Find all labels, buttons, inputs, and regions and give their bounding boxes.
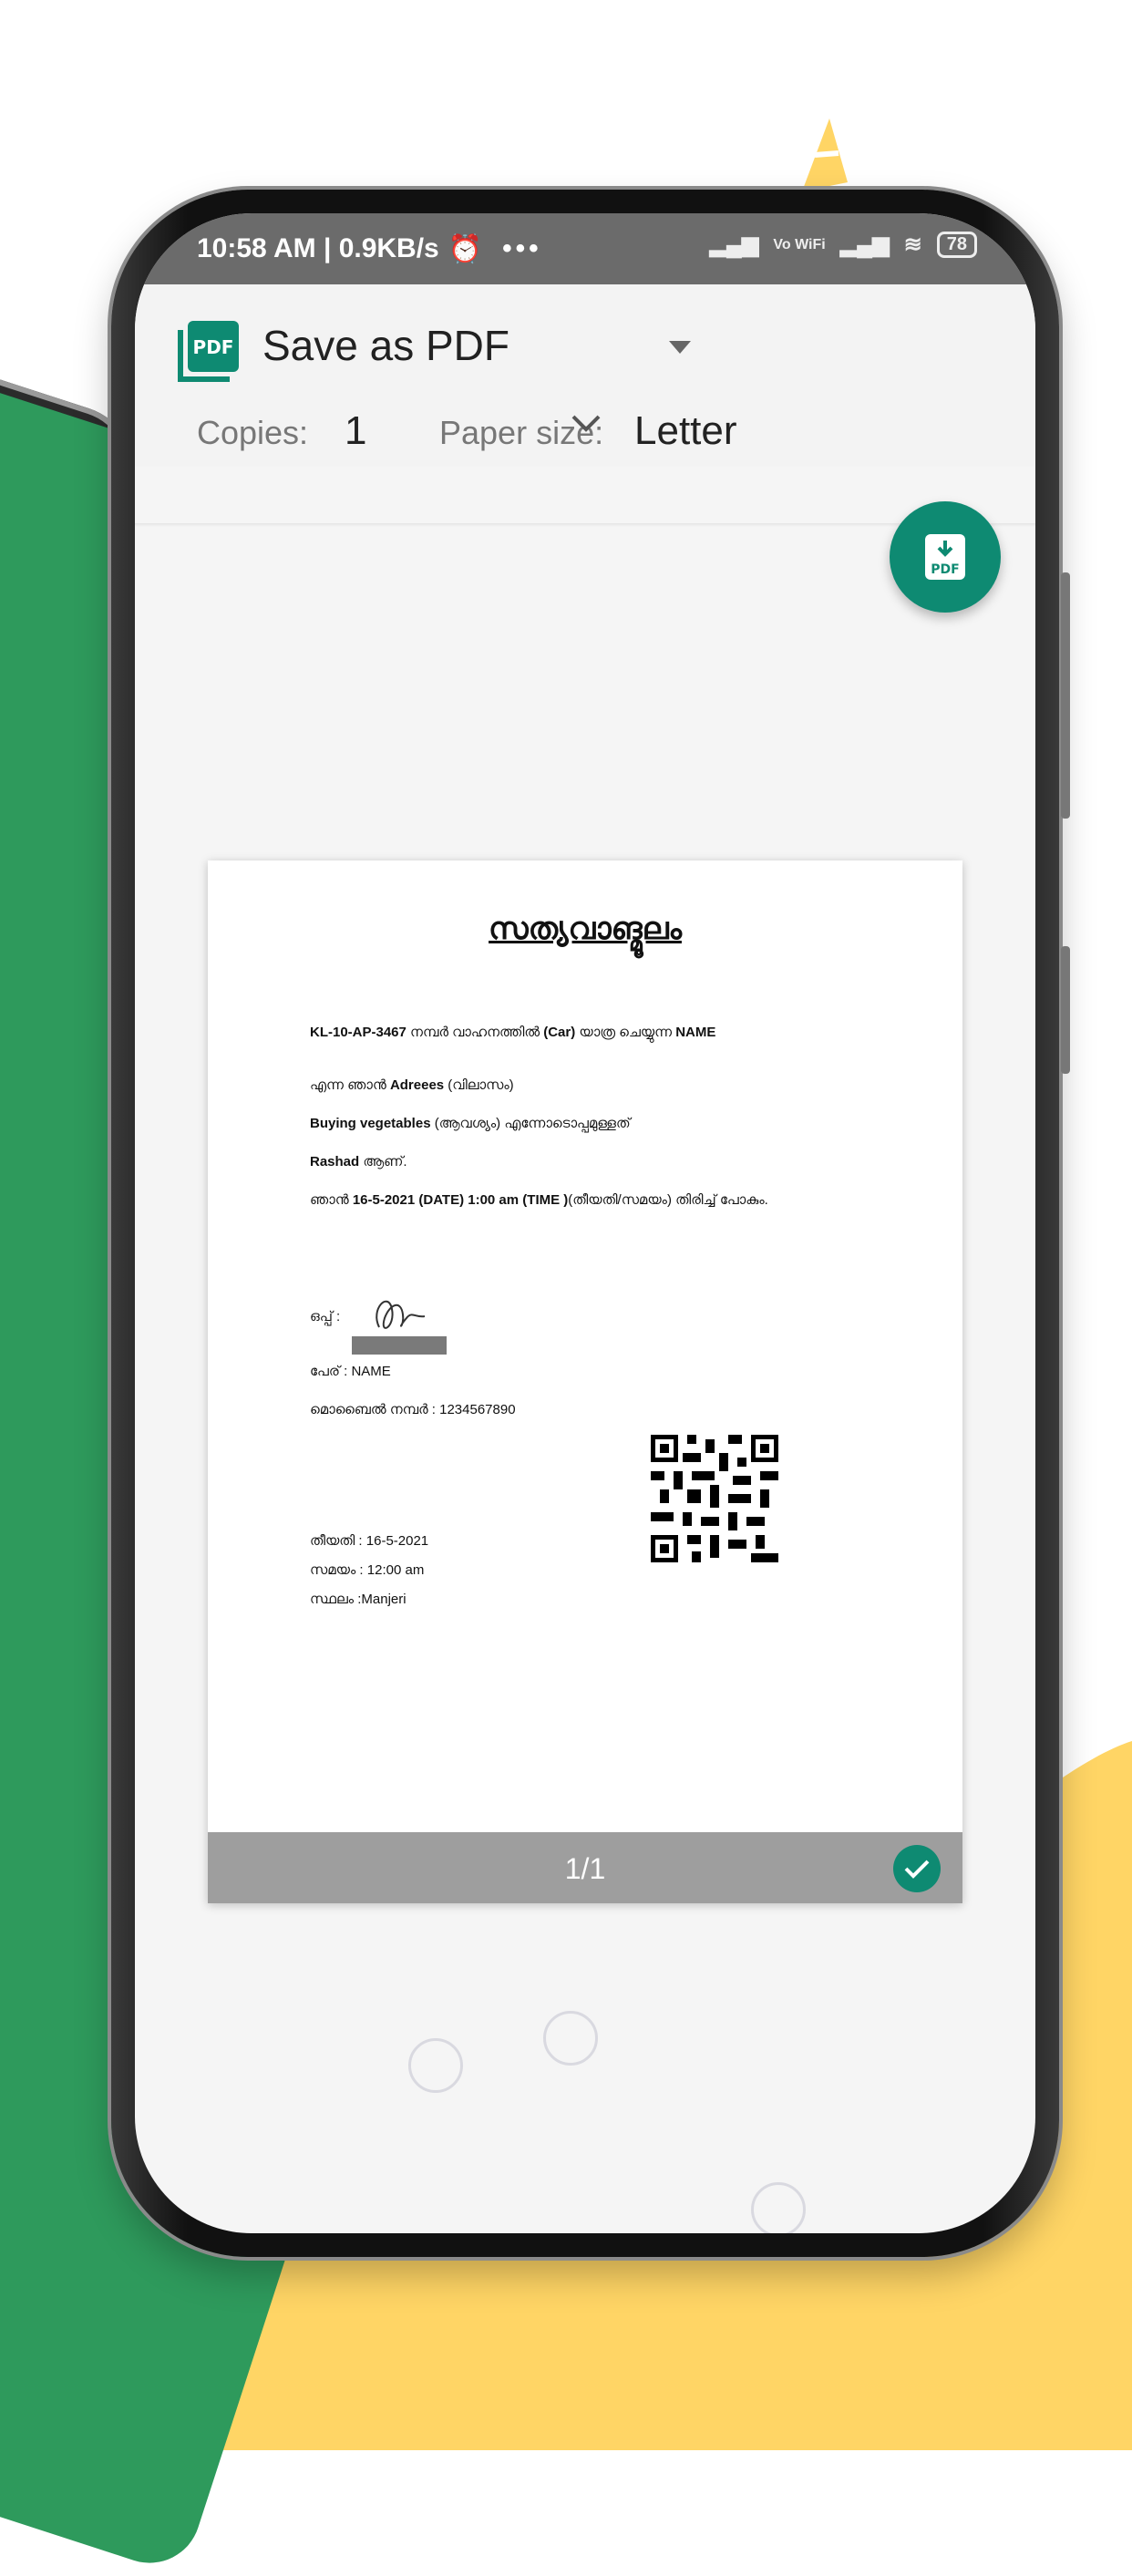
doc-line-3: Buying vegetables (ആവശ്യം) എന്നോടൊപ്പമുള… (310, 1116, 631, 1131)
doc-line-5: ഞാൻ 16-5-2021 (DATE) 1:00 am (TIME )(തീയ… (310, 1192, 768, 1208)
copies-label: Copies: (197, 414, 309, 451)
page-selected-check[interactable] (893, 1845, 941, 1892)
volume-button (1061, 946, 1070, 1074)
svg-text:PDF: PDF (931, 562, 959, 577)
mobile-line: മൊബൈൽ നമ്പർ : 1234567890 (310, 1402, 516, 1417)
decorative-ring (751, 2182, 806, 2233)
decorative-confetti (802, 118, 848, 191)
signature-label: ഒപ്പ് : (310, 1309, 341, 1324)
chevron-down-icon[interactable] (571, 414, 602, 434)
doc-line-4: Rashad ആണ്. (310, 1154, 407, 1170)
date-line: തീയതി : 16-5-2021 (310, 1533, 429, 1549)
more-dots-icon: ••• (502, 233, 542, 263)
alarm-icon: ⏰ (448, 233, 483, 264)
check-icon (904, 1860, 930, 1879)
svg-text:PDF: PDF (193, 336, 234, 358)
signal-icon-2: ▂▄▆ (839, 232, 890, 257)
status-time: 10:58 AM (197, 233, 316, 263)
pdf-icon: PDF (178, 321, 239, 382)
power-button (1061, 572, 1070, 819)
qr-code (651, 1435, 778, 1562)
place-line: സ്ഥലം :Manjeri (310, 1592, 406, 1607)
phone-screen: 10:58 AM | 0.9KB/s ⏰ ••• ▂▄▆ Vo WiFi ▂▄▆… (135, 213, 1035, 2233)
decorative-ring (543, 2011, 598, 2066)
name-line: പേര് : NAME (310, 1364, 391, 1379)
destination-select[interactable]: Save as PDF (262, 321, 509, 370)
signal-icon: ▂▄▆ (709, 232, 759, 257)
page-preview[interactable]: സത്യവാങ്മൂലം KL-10-AP-3467 നമ്പർ വാഹനത്ത… (208, 860, 962, 1903)
print-options-header: PDF Save as PDF Copies: 1 Paper size: Le… (135, 284, 1035, 467)
phone-frame: 10:58 AM | 0.9KB/s ⏰ ••• ▂▄▆ Vo WiFi ▂▄▆… (111, 190, 1070, 2257)
page-status-bar: 1/1 (208, 1832, 962, 1903)
dropdown-caret-icon[interactable] (669, 341, 691, 354)
status-speed: 0.9KB/s (338, 233, 439, 263)
doc-line-2: എന്ന ഞാൻ Adreees (വിലാസം) (310, 1077, 514, 1093)
paper-size-value[interactable]: Letter (634, 408, 737, 454)
save-pdf-button[interactable]: PDF (890, 501, 1001, 613)
copies-value[interactable]: 1 (345, 408, 366, 454)
time-line: സമയം : 12:00 am (310, 1562, 425, 1578)
page-number: 1/1 (564, 1852, 606, 1885)
doc-line-1: KL-10-AP-3467 നമ്പർ വാഹനത്തിൽ (Car) യാത്… (310, 1025, 716, 1040)
wifi-label: Vo WiFi (773, 236, 826, 252)
wifi-icon: ≋ (903, 232, 922, 257)
decorative-ring (408, 2038, 463, 2093)
battery-icon: 78 (936, 232, 977, 258)
signature-image (352, 1300, 447, 1355)
download-pdf-icon: PDF (925, 534, 965, 580)
document-title: സത്യവാങ്മൂലം (489, 912, 682, 946)
status-bar: 10:58 AM | 0.9KB/s ⏰ ••• ▂▄▆ Vo WiFi ▂▄▆… (135, 213, 1035, 284)
